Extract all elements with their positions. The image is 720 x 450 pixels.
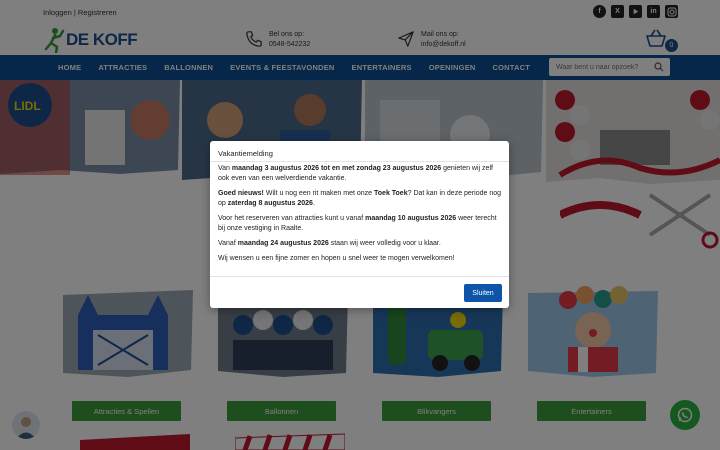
modal-body: Van maandag 3 augustus 2026 tot en met z… (218, 164, 503, 269)
vacation-modal: Vakantiemelding Van maandag 3 augustus 2… (210, 141, 509, 308)
modal-divider (210, 161, 509, 162)
modal-paragraph: Van maandag 3 augustus 2026 tot en met z… (218, 165, 493, 182)
modal-paragraph: Voor het reserveren van attracties kunt … (218, 215, 497, 232)
modal-footer-divider (210, 276, 509, 277)
modal-paragraph: Goed nieuws! Wilt u nog een rit maken me… (218, 190, 502, 207)
close-button[interactable]: Sluiten (464, 284, 502, 302)
modal-paragraph: Wij wensen u een fijne zomer en hopen u … (218, 255, 455, 262)
modal-paragraph: Vanaf maandag 24 augustus 2026 staan wij… (218, 240, 441, 247)
modal-title: Vakantiemelding (218, 149, 273, 158)
